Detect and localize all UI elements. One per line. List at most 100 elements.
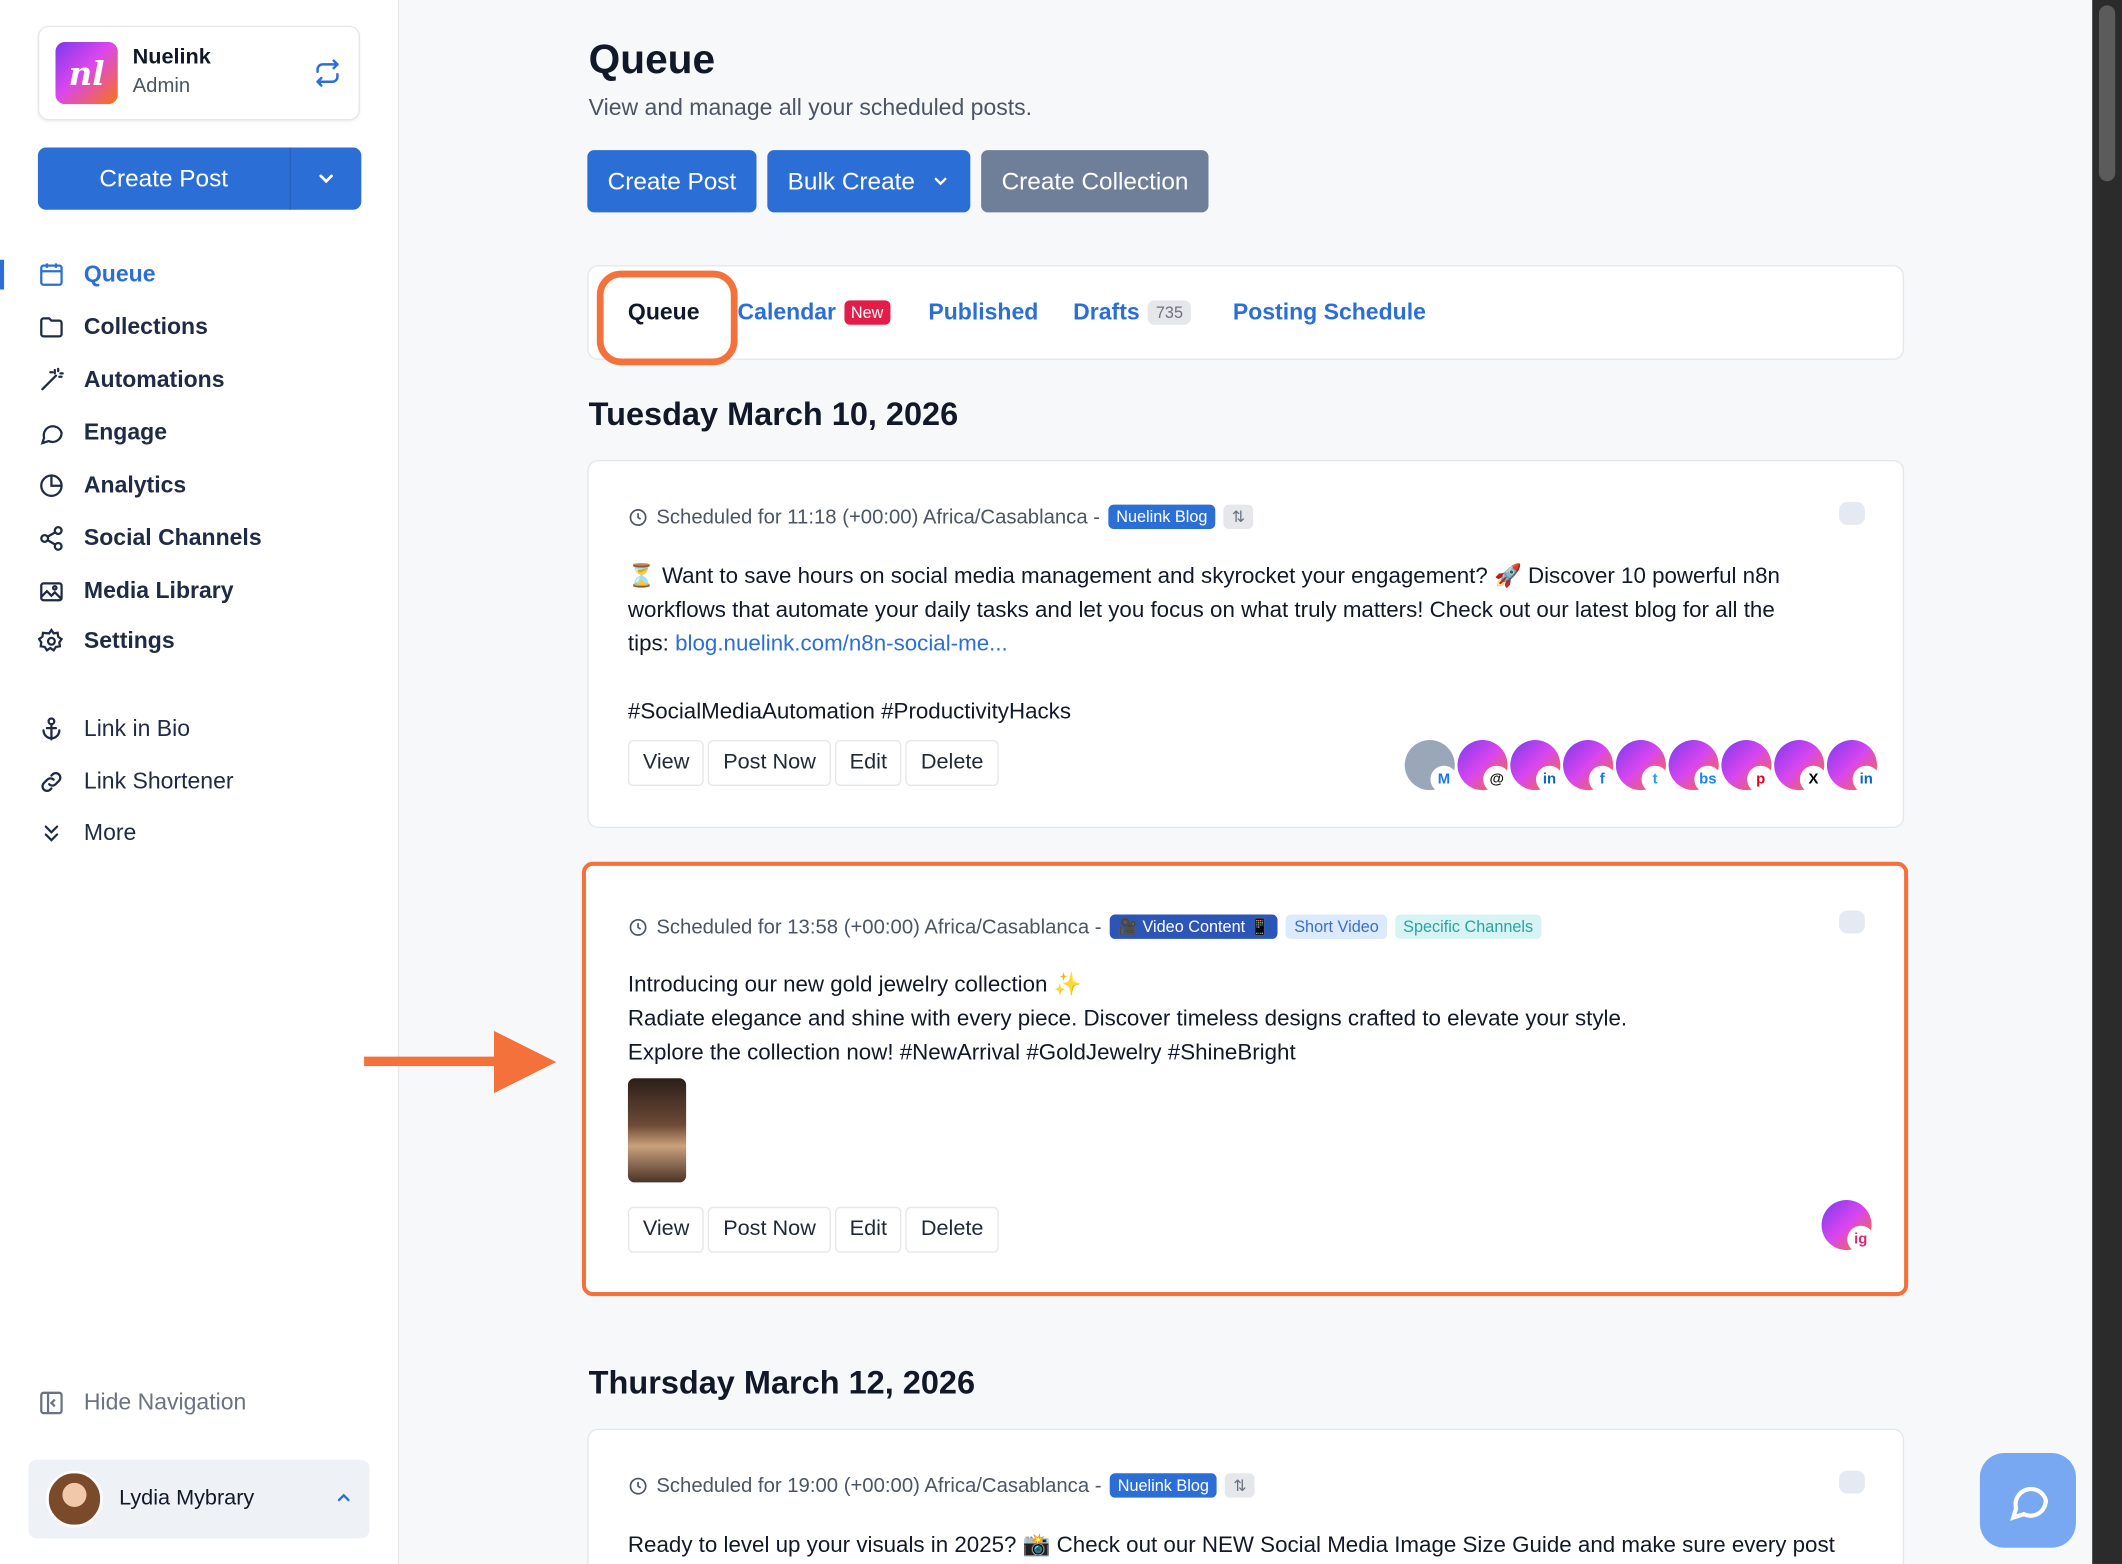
- workspace-switcher[interactable]: nl Nuelink Admin: [37, 25, 360, 121]
- tab-drafts[interactable]: Drafts 735: [1073, 298, 1192, 326]
- hide-navigation-button[interactable]: Hide Navigation: [38, 1389, 246, 1416]
- user-menu[interactable]: Lydia Mybrary: [28, 1459, 370, 1539]
- sidebar-item-link-shortener[interactable]: Link Shortener: [38, 763, 234, 801]
- post-card: Scheduled for 19:00 (+00:00) Africa/Casa…: [587, 1428, 1905, 1564]
- tab-calendar[interactable]: Calendar New: [738, 299, 891, 326]
- pinterest-icon: p: [1747, 765, 1775, 793]
- sidebar-item-label: More: [83, 819, 137, 846]
- linkedin-icon: in: [1535, 765, 1564, 793]
- post-link[interactable]: blog.nuelink.com/n8n-social-me...: [675, 632, 1008, 656]
- create-post-dropdown[interactable]: [291, 147, 361, 209]
- collapse-panel-icon: [40, 1391, 63, 1415]
- bulk-create-label: Bulk Create: [787, 167, 915, 195]
- schedule-text: Scheduled for 19:00 (+00:00) Africa/Casa…: [656, 1473, 1102, 1497]
- select-checkbox[interactable]: [1839, 1470, 1865, 1494]
- pull-request-icon: ⇅: [1223, 504, 1254, 529]
- channel-avatar[interactable]: X: [1774, 740, 1827, 793]
- post-text-line: Explore the collection now! #NewArrival …: [627, 1040, 1296, 1065]
- channel-avatar[interactable]: ig: [1821, 1200, 1875, 1253]
- channel-avatar[interactable]: bs: [1668, 740, 1722, 793]
- channel-avatar[interactable]: @: [1457, 740, 1511, 793]
- share-icon: [38, 525, 65, 552]
- post-actions: View Post Now Edit Delete: [627, 1206, 999, 1253]
- tab-queue[interactable]: Queue: [628, 299, 700, 326]
- sidebar-item-label: Collections: [83, 313, 208, 340]
- label-tag: Short Video: [1286, 914, 1387, 939]
- gear-icon: [37, 627, 65, 655]
- sidebar-item-label: Media Library: [83, 577, 234, 604]
- delete-button[interactable]: Delete: [905, 740, 999, 787]
- post-text-line: tips: blog.nuelink.com/n8n-social-me...: [628, 628, 1780, 662]
- create-post-button[interactable]: Create Post: [587, 150, 757, 213]
- channel-avatar[interactable]: in: [1510, 740, 1564, 793]
- sidebar-item-analytics[interactable]: Analytics: [38, 467, 186, 505]
- x-icon: X: [1799, 765, 1827, 793]
- schedule-text: Scheduled for 13:58 (+00:00) Africa/Casa…: [656, 915, 1102, 939]
- tab-published[interactable]: Published: [928, 299, 1038, 326]
- select-checkbox[interactable]: [1839, 501, 1865, 525]
- post-card-highlighted: Scheduled for 13:58 (+00:00) Africa/Casa…: [581, 861, 1909, 1297]
- sidebar-item-collections[interactable]: Collections: [38, 308, 208, 346]
- delete-button[interactable]: Delete: [905, 1206, 999, 1253]
- scrollbar-thumb[interactable]: [2098, 5, 2116, 182]
- twitter-icon: t: [1641, 765, 1669, 793]
- bulk-create-button[interactable]: Bulk Create: [767, 150, 971, 213]
- sidebar-item-social-channels[interactable]: Social Channels: [38, 520, 262, 558]
- post-content: Ready to level up your visuals in 2025? …: [628, 1529, 1835, 1563]
- select-checkbox[interactable]: [1839, 910, 1865, 934]
- post-text-line: Radiate elegance and shine with every pi…: [627, 1006, 1628, 1031]
- create-post-button[interactable]: Create Post: [38, 147, 291, 210]
- mastodon-icon: M: [1430, 765, 1458, 793]
- post-actions: View Post Now Edit Delete: [627, 740, 999, 787]
- channel-avatar[interactable]: in: [1826, 740, 1880, 793]
- sidebar-item-label: Automations: [83, 366, 225, 393]
- sidebar-item-queue[interactable]: Queue: [38, 256, 156, 294]
- channel-avatar[interactable]: p: [1721, 740, 1775, 793]
- chat-bubble-icon: [2009, 1486, 2048, 1521]
- bluesky-icon: bs: [1694, 765, 1722, 793]
- sidebar-item-automations[interactable]: Automations: [38, 361, 225, 399]
- anchor-icon: [38, 716, 65, 743]
- edit-button[interactable]: Edit: [834, 1206, 902, 1253]
- link-icon: [38, 768, 65, 795]
- sidebar-item-label: Analytics: [83, 472, 187, 498]
- clock-icon: [629, 508, 647, 526]
- view-button[interactable]: View: [627, 1206, 705, 1253]
- workspace-logo: nl: [55, 41, 118, 105]
- post-text-line: Introducing our new gold jewelry collect…: [627, 972, 1082, 998]
- post-now-button[interactable]: Post Now: [708, 1206, 831, 1253]
- scrollbar[interactable]: [2092, 0, 2122, 1564]
- media-thumbnail[interactable]: [627, 1078, 687, 1183]
- channel-avatar[interactable]: f: [1563, 740, 1616, 793]
- channel-avatar[interactable]: t: [1615, 740, 1669, 793]
- clock-icon: [629, 1477, 647, 1494]
- edit-button[interactable]: Edit: [834, 740, 902, 787]
- page-subtitle: View and manage all your scheduled posts…: [588, 94, 1033, 121]
- label-tag: Nuelink Blog: [1109, 1473, 1218, 1498]
- chevron-down-icon: [934, 177, 947, 186]
- post-content: ⏳ Want to save hours on social media man…: [628, 560, 1780, 729]
- image-icon: [38, 578, 65, 605]
- tab-drafts-label: Drafts: [1073, 298, 1140, 325]
- support-chat-button[interactable]: [1979, 1453, 2076, 1548]
- view-button[interactable]: View: [627, 740, 705, 787]
- sidebar-item-settings[interactable]: Settings: [37, 622, 175, 660]
- sidebar-item-more[interactable]: More: [38, 814, 136, 852]
- label-tag: 🎥 Video Content 📱: [1109, 914, 1278, 939]
- create-collection-button[interactable]: Create Collection: [981, 150, 1209, 213]
- schedule-info: Scheduled for 11:18 (+00:00) Africa/Casa…: [628, 504, 1254, 529]
- switch-icon[interactable]: [313, 58, 343, 88]
- tab-calendar-label: Calendar: [737, 298, 837, 325]
- sidebar-item-media-library[interactable]: Media Library: [38, 572, 234, 610]
- sidebar-item-label: Settings: [83, 627, 175, 654]
- sidebar-item-engage[interactable]: Engage: [38, 414, 167, 452]
- post-now-button[interactable]: Post Now: [708, 740, 831, 787]
- tab-posting-schedule[interactable]: Posting Schedule: [1233, 299, 1426, 326]
- sidebar-item-link-in-bio[interactable]: Link in Bio: [38, 710, 190, 748]
- channel-avatar[interactable]: M: [1404, 740, 1458, 793]
- active-indicator: [0, 259, 5, 290]
- threads-icon: @: [1483, 765, 1511, 793]
- page-title: Queue: [588, 37, 716, 83]
- post-text-prefix: tips:: [627, 631, 676, 657]
- workspace-role: Admin: [132, 74, 191, 98]
